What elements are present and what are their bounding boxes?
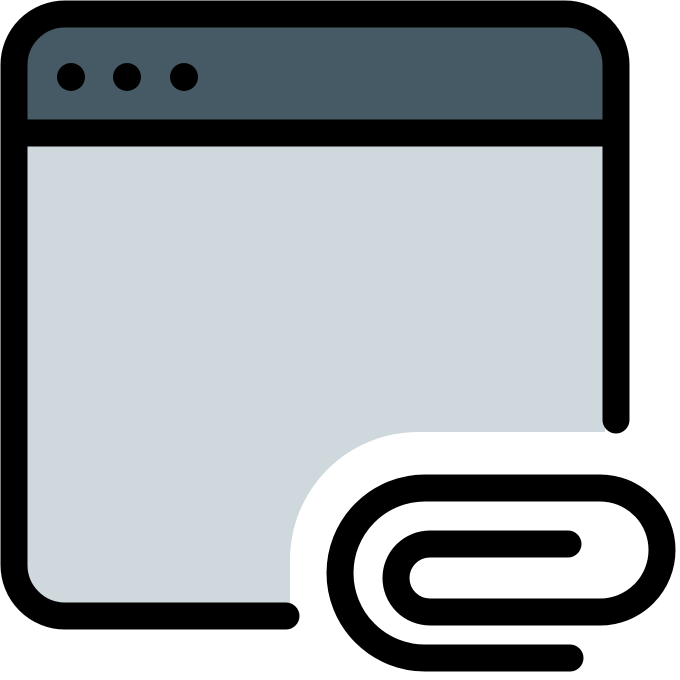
window-dots-icon (57, 63, 198, 91)
browser-window-attachment-icon (0, 0, 676, 672)
icon-canvas (0, 0, 680, 680)
window-title-bar (22, 22, 605, 133)
window-dot (57, 63, 85, 91)
window-dot (113, 63, 141, 91)
window-dot (170, 63, 198, 91)
paperclip-icon (326, 474, 676, 672)
